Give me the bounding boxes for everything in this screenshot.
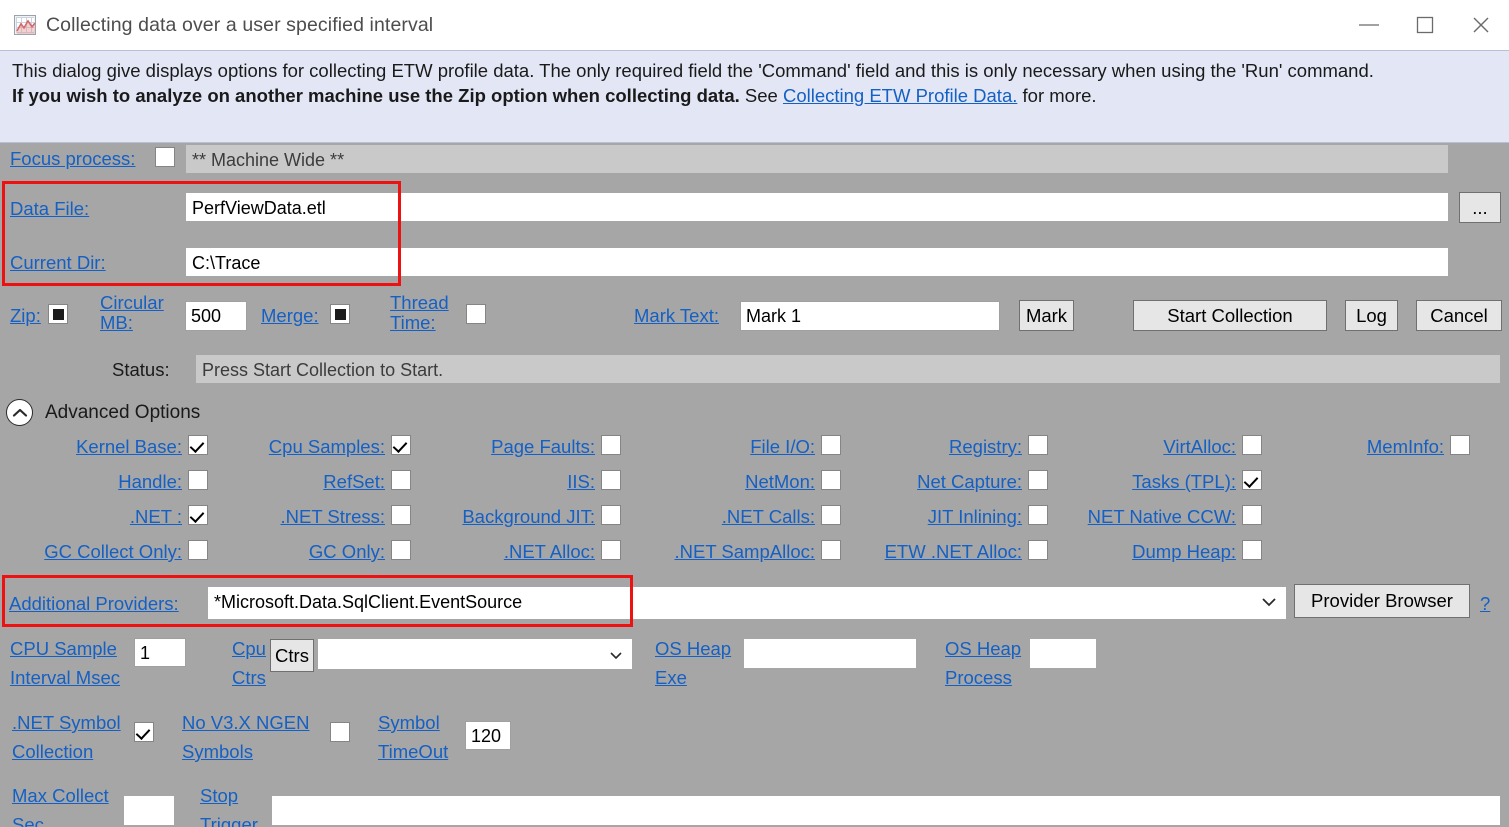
net-symbol-collection-label[interactable]: .NET Symbol Collection <box>12 708 130 766</box>
title-bar: Collecting data over a user specified in… <box>0 0 1509 50</box>
stop-trigger-input[interactable] <box>272 796 1500 825</box>
maximize-icon[interactable] <box>1397 0 1453 50</box>
window-controls <box>1341 0 1509 50</box>
advanced-options-header[interactable]: Advanced Options <box>6 399 200 426</box>
cpu-sample-interval-label[interactable]: CPU Sample Interval Msec <box>10 634 128 692</box>
chevron-down-icon[interactable] <box>607 648 625 662</box>
info-banner: This dialog give displays options for co… <box>0 50 1509 143</box>
mark-text-input[interactable]: Mark 1 <box>740 301 1000 331</box>
advanced-label-meminfo[interactable]: MemInfo: <box>1367 437 1444 457</box>
circular-mb-input[interactable]: 500 <box>185 301 247 331</box>
log-button[interactable]: Log <box>1345 300 1398 331</box>
banner-bold-text: If you wish to analyze on another machin… <box>12 85 740 106</box>
data-file-browse-button[interactable]: ... <box>1459 192 1501 223</box>
cpu-ctrs-button[interactable]: Ctrs <box>270 639 314 672</box>
advanced-label-dump-heap[interactable]: Dump Heap: <box>1132 542 1236 562</box>
advanced-checkbox-dump-heap[interactable] <box>1242 540 1262 560</box>
options-form: Focus process: ** Machine Wide ** Data F… <box>0 143 1509 827</box>
status-label: Status: <box>112 359 170 381</box>
focus-process-label[interactable]: Focus process: <box>10 149 135 169</box>
providers-help-link[interactable]: ? <box>1480 593 1490 615</box>
advanced-checkbox-meminfo[interactable] <box>1450 435 1470 455</box>
max-collect-sec-label[interactable]: Max Collect Sec <box>12 781 124 827</box>
mark-text-label[interactable]: Mark Text: <box>634 306 719 326</box>
advanced-label-net-native-ccw[interactable]: NET Native CCW: <box>1088 507 1236 527</box>
advanced-label-tasks-tpl[interactable]: Tasks (TPL): <box>1132 472 1236 492</box>
banner-line-2: If you wish to analyze on another machin… <box>12 83 1497 108</box>
symbol-timeout-input[interactable]: 120 <box>465 721 511 750</box>
net-symbol-collection-checkbox[interactable] <box>134 722 154 742</box>
perfview-collect-dialog: Collecting data over a user specified in… <box>0 0 1509 827</box>
current-dir-input[interactable]: C:\Trace <box>186 248 1448 276</box>
data-file-label[interactable]: Data File: <box>10 199 89 219</box>
providers-dropdown-arrow[interactable] <box>1258 591 1280 618</box>
circular-mb-label[interactable]: Circular MB: <box>100 293 172 333</box>
banner-tail-text: for more. <box>1023 85 1097 106</box>
chevron-up-icon[interactable] <box>6 399 33 426</box>
advanced-option-row: MemInfo: <box>0 435 1509 463</box>
merge-label[interactable]: Merge: <box>261 306 319 326</box>
os-heap-exe-input[interactable] <box>744 639 916 668</box>
close-icon[interactable] <box>1453 0 1509 50</box>
symbol-timeout-label[interactable]: Symbol TimeOut <box>378 708 464 766</box>
focus-process-checkbox[interactable] <box>155 147 175 167</box>
merge-checkbox[interactable] <box>330 304 350 324</box>
os-heap-process-input[interactable] <box>1030 639 1096 668</box>
stop-trigger-label[interactable]: Stop Trigger <box>200 781 268 827</box>
current-dir-label[interactable]: Current Dir: <box>10 253 106 273</box>
minimize-icon[interactable] <box>1341 0 1397 50</box>
chart-icon <box>14 15 36 35</box>
provider-browser-button[interactable]: Provider Browser <box>1294 584 1470 618</box>
thread-time-label[interactable]: Thread Time: <box>390 293 452 333</box>
mark-button[interactable]: Mark <box>1019 300 1074 331</box>
advanced-checkbox-net-native-ccw[interactable] <box>1242 505 1262 525</box>
cpu-sample-interval-input[interactable]: 1 <box>134 638 186 667</box>
additional-providers-input[interactable]: *Microsoft.Data.SqlClient.EventSource <box>208 587 1286 619</box>
max-collect-sec-input[interactable] <box>124 796 174 825</box>
banner-see-text: See <box>745 85 778 106</box>
os-heap-process-label[interactable]: OS Heap Process <box>945 634 1035 692</box>
advanced-option-row: Dump Heap: <box>0 540 1509 568</box>
no-ngen-symbols-label[interactable]: No V3.X NGEN Symbols <box>182 708 327 766</box>
advanced-options-label: Advanced Options <box>45 402 200 424</box>
cancel-button[interactable]: Cancel <box>1416 300 1502 331</box>
collecting-etw-profile-data-link[interactable]: Collecting ETW Profile Data. <box>783 85 1017 106</box>
zip-checkbox[interactable] <box>48 304 68 324</box>
no-ngen-symbols-checkbox[interactable] <box>330 722 350 742</box>
focus-process-value: ** Machine Wide ** <box>186 145 1448 173</box>
thread-time-checkbox[interactable] <box>466 304 486 324</box>
advanced-option-row: NET Native CCW: <box>0 505 1509 533</box>
status-value: Press Start Collection to Start. <box>196 355 1500 383</box>
additional-providers-label[interactable]: Additional Providers: <box>9 594 179 614</box>
advanced-option-row: Tasks (TPL): <box>0 470 1509 498</box>
data-file-input[interactable]: PerfViewData.etl <box>186 193 1448 221</box>
zip-label[interactable]: Zip: <box>10 306 41 326</box>
advanced-checkbox-tasks-tpl[interactable] <box>1242 470 1262 490</box>
window-title: Collecting data over a user specified in… <box>46 14 433 37</box>
cpu-ctrs-combo[interactable] <box>318 639 632 669</box>
start-collection-button[interactable]: Start Collection <box>1133 300 1327 331</box>
os-heap-exe-label[interactable]: OS Heap Exe <box>655 634 745 692</box>
banner-line-1: This dialog give displays options for co… <box>12 58 1497 83</box>
